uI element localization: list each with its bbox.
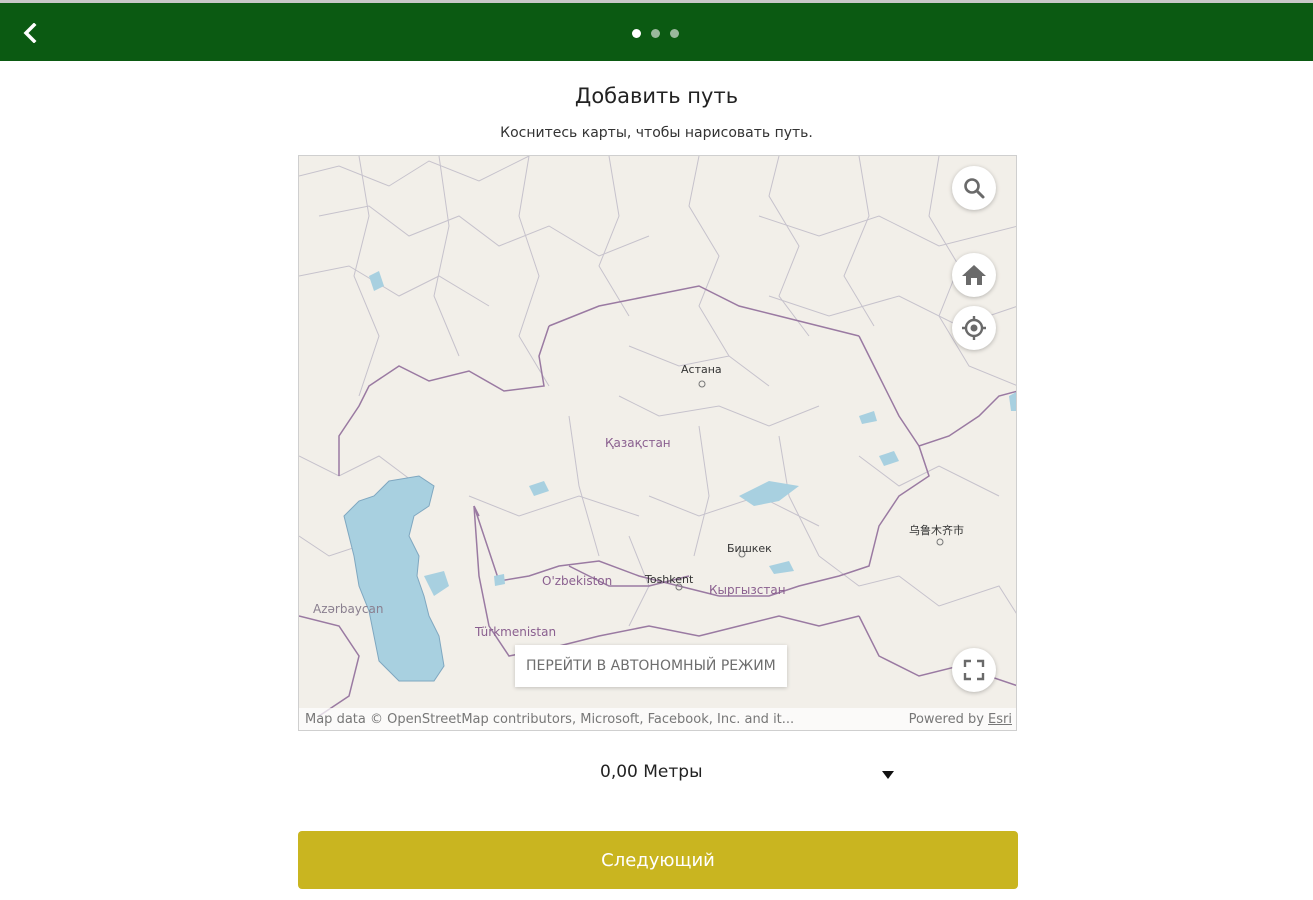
back-button[interactable] (14, 17, 46, 49)
map-fullscreen-button[interactable] (952, 648, 996, 692)
attribution-text: Map data © OpenStreetMap contributors, M… (305, 711, 795, 727)
map-attribution: Map data © OpenStreetMap contributors, M… (299, 708, 1016, 730)
map-locate-button[interactable] (952, 306, 996, 350)
fullscreen-icon (963, 659, 985, 681)
locate-icon (962, 316, 986, 340)
step-dot-1 (632, 29, 641, 38)
country-label-turkmenistan: Türkmenistan (475, 625, 557, 639)
unit-dropdown-toggle[interactable] (880, 766, 896, 779)
top-bar (0, 3, 1313, 61)
country-label-kyrgyzstan: Кыргызстан (709, 583, 786, 597)
home-icon (962, 265, 986, 285)
page-title: Добавить путь (574, 84, 739, 108)
country-label-uzbekistan: O'zbekiston (542, 574, 613, 588)
esri-link[interactable]: Esri (988, 712, 1012, 727)
distance-value: 0,00 (600, 762, 638, 782)
city-label-bishkek: Бишкек (727, 542, 772, 555)
map-view[interactable]: Астана Қазақстан Бишкек 乌鲁木齐市 O'zbekisto… (298, 155, 1017, 731)
country-label-kazakhstan: Қазақстан (605, 436, 671, 450)
go-offline-button[interactable]: ПЕРЕЙТИ В АВТОНОМНЫЙ РЕЖИМ (515, 645, 787, 687)
page-subtitle: Коснитесь карты, чтобы нарисовать путь. (500, 125, 813, 141)
map-search-button[interactable] (952, 166, 996, 210)
powered-by-label: Powered by (908, 711, 989, 727)
step-dot-3 (670, 29, 679, 38)
powered-by: Powered by Esri (909, 712, 1012, 727)
distance-readout: 0,00 Метры (600, 762, 703, 782)
step-dot-2 (651, 29, 660, 38)
distance-unit: Метры (643, 762, 703, 782)
next-button[interactable]: Следующий (298, 831, 1018, 889)
map-home-button[interactable] (952, 253, 996, 297)
search-icon (964, 178, 985, 199)
step-indicator (632, 29, 679, 39)
city-label-urumqi: 乌鲁木齐市 (909, 524, 964, 537)
country-label-azerbaijan: Azərbaycan (313, 602, 384, 616)
chevron-left-icon (23, 23, 37, 43)
city-label-tashkent: Toshkent (645, 573, 694, 586)
city-label-astana: Астана (681, 363, 722, 376)
caret-down-icon (882, 771, 894, 779)
